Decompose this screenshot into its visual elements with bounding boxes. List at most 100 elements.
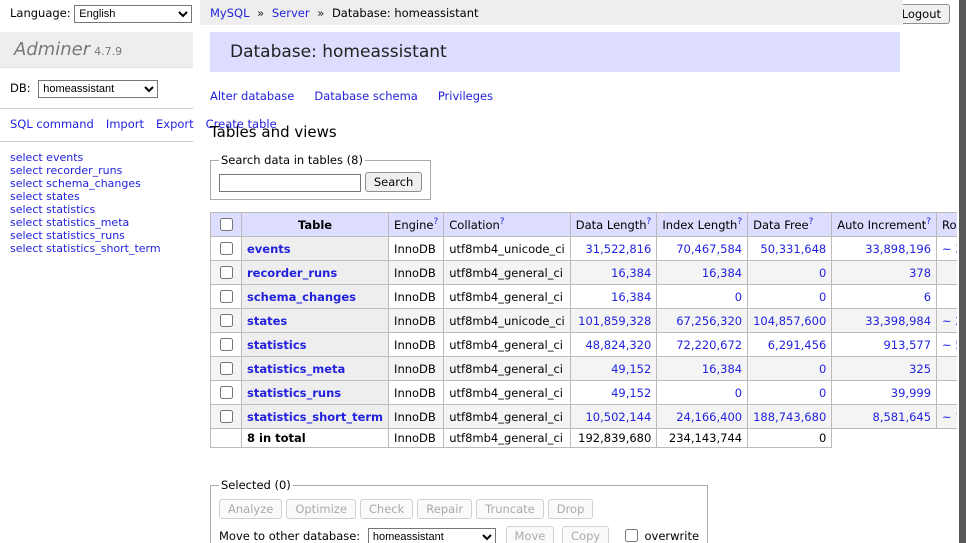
data-free-link[interactable]: 6,291,456 [768, 338, 827, 352]
breadcrumb-separator: » [314, 6, 328, 20]
data-length-link[interactable]: 31,522,816 [585, 242, 651, 256]
help-link[interactable]: ? [737, 217, 742, 227]
move-button[interactable]: Move [506, 526, 555, 543]
db-action-database-schema[interactable]: Database schema [314, 89, 417, 103]
auto-increment-link[interactable]: 39,999 [891, 386, 931, 400]
auto-increment-link[interactable]: 6 [924, 290, 931, 304]
index-length-link[interactable]: 16,384 [702, 362, 742, 376]
index-length-cell: 67,256,320 [657, 309, 748, 333]
overwrite-label: overwrite [644, 529, 699, 543]
truncate-button[interactable]: Truncate [476, 499, 544, 519]
drop-button[interactable]: Drop [548, 499, 594, 519]
table-name-link[interactable]: events [247, 242, 291, 256]
table-name-link[interactable]: statistics_meta [247, 362, 345, 376]
row-checkbox[interactable] [220, 242, 233, 255]
collation-cell: utf8mb4_general_ci [444, 333, 571, 357]
col-header-engine: Engine? [389, 213, 444, 237]
help-link[interactable]: ? [809, 217, 814, 227]
check-button[interactable]: Check [360, 499, 413, 519]
row-checkbox[interactable] [220, 410, 233, 423]
overwrite-checkbox[interactable] [625, 529, 638, 542]
sidebar-table-link[interactable]: select recorder_runs [10, 164, 122, 177]
total-label-cell: 8 in total [242, 429, 389, 448]
sidebar-action-export[interactable]: Export [156, 117, 194, 131]
table-row: statistics_metaInnoDButf8mb4_general_ci4… [211, 357, 966, 381]
sidebar-table-link[interactable]: select statistics [10, 203, 95, 216]
data-length-link[interactable]: 49,152 [611, 362, 651, 376]
auto-increment-link[interactable]: 325 [909, 362, 931, 376]
data-free-link[interactable]: 188,743,680 [753, 410, 826, 424]
collation-cell: utf8mb4_general_ci [444, 357, 571, 381]
move-db-select[interactable]: homeassistant [368, 528, 496, 543]
table-name-link[interactable]: statistics_short_term [247, 410, 383, 424]
sidebar-action-sql-command[interactable]: SQL command [10, 117, 94, 131]
auto-increment-link[interactable]: 378 [909, 266, 931, 280]
data-free-link[interactable]: 0 [819, 266, 826, 280]
search-button[interactable]: Search [365, 172, 423, 192]
row-checkbox[interactable] [220, 290, 233, 303]
app-logo: Adminer4.7.9 [0, 32, 193, 68]
breadcrumb-link[interactable]: MySQL [210, 6, 250, 20]
data-length-link[interactable]: 48,824,320 [585, 338, 651, 352]
row-checkbox[interactable] [220, 338, 233, 351]
index-length-link[interactable]: 0 [735, 290, 742, 304]
sidebar-table-link[interactable]: select events [10, 151, 83, 164]
db-select[interactable]: homeassistant [38, 80, 158, 98]
data-length-link[interactable]: 16,384 [611, 266, 651, 280]
index-length-link[interactable]: 67,256,320 [676, 314, 742, 328]
row-checkbox[interactable] [220, 314, 233, 327]
data-free-cell: 0 [748, 285, 832, 309]
sidebar-table-link[interactable]: select states [10, 190, 80, 203]
data-free-link[interactable]: 0 [819, 362, 826, 376]
data-free-link[interactable]: 0 [819, 290, 826, 304]
data-free-link[interactable]: 104,857,600 [753, 314, 826, 328]
help-link[interactable]: ? [647, 217, 652, 227]
data-free-cell: 188,743,680 [748, 405, 832, 429]
auto-increment-link[interactable]: 913,577 [883, 338, 931, 352]
app-version: 4.7.9 [94, 45, 122, 58]
col-header-data-length: Data Length? [570, 213, 657, 237]
index-length-link[interactable]: 72,220,672 [676, 338, 742, 352]
sidebar-table-link[interactable]: select statistics_meta [10, 216, 129, 229]
table-name-link[interactable]: states [247, 314, 287, 328]
index-length-link[interactable]: 0 [735, 386, 742, 400]
help-link[interactable]: ? [926, 217, 931, 227]
auto-increment-link[interactable]: 8,581,645 [873, 410, 932, 424]
auto-increment-link[interactable]: 33,898,196 [865, 242, 931, 256]
data-free-link[interactable]: 50,331,648 [760, 242, 826, 256]
row-checkbox[interactable] [220, 386, 233, 399]
data-length-link[interactable]: 10,502,144 [585, 410, 651, 424]
sidebar-action-import[interactable]: Import [106, 117, 144, 131]
vertical-scrollbar[interactable] [957, 0, 966, 543]
sidebar-table-link[interactable]: select statistics_runs [10, 229, 125, 242]
table-name-link[interactable]: schema_changes [247, 290, 356, 304]
db-action-privileges[interactable]: Privileges [438, 89, 493, 103]
help-link[interactable]: ? [433, 217, 438, 227]
breadcrumb: MySQL » Server » Database: homeassistant [200, 0, 903, 25]
sidebar-table-link[interactable]: select schema_changes [10, 177, 141, 190]
data-length-link[interactable]: 49,152 [611, 386, 651, 400]
db-action-alter-database[interactable]: Alter database [210, 89, 294, 103]
data-length-cell: 10,502,144 [570, 405, 657, 429]
index-length-link[interactable]: 24,166,400 [676, 410, 742, 424]
table-name-link[interactable]: statistics [247, 338, 307, 352]
data-length-link[interactable]: 16,384 [611, 290, 651, 304]
help-link[interactable]: ? [500, 217, 505, 227]
search-input[interactable] [219, 174, 361, 192]
table-name-link[interactable]: recorder_runs [247, 266, 337, 280]
repair-button[interactable]: Repair [417, 499, 472, 519]
table-name-link[interactable]: statistics_runs [247, 386, 341, 400]
analyze-button[interactable]: Analyze [219, 499, 282, 519]
row-checkbox[interactable] [220, 362, 233, 375]
data-length-link[interactable]: 101,859,328 [578, 314, 651, 328]
breadcrumb-link[interactable]: Server [272, 6, 310, 20]
row-checkbox[interactable] [220, 266, 233, 279]
select-all-checkbox[interactable] [220, 218, 233, 231]
index-length-link[interactable]: 70,467,584 [676, 242, 742, 256]
index-length-link[interactable]: 16,384 [702, 266, 742, 280]
optimize-button[interactable]: Optimize [286, 499, 356, 519]
data-free-link[interactable]: 0 [819, 386, 826, 400]
auto-increment-link[interactable]: 33,398,984 [865, 314, 931, 328]
copy-button[interactable]: Copy [562, 526, 609, 543]
sidebar-table-link[interactable]: select statistics_short_term [10, 242, 161, 255]
